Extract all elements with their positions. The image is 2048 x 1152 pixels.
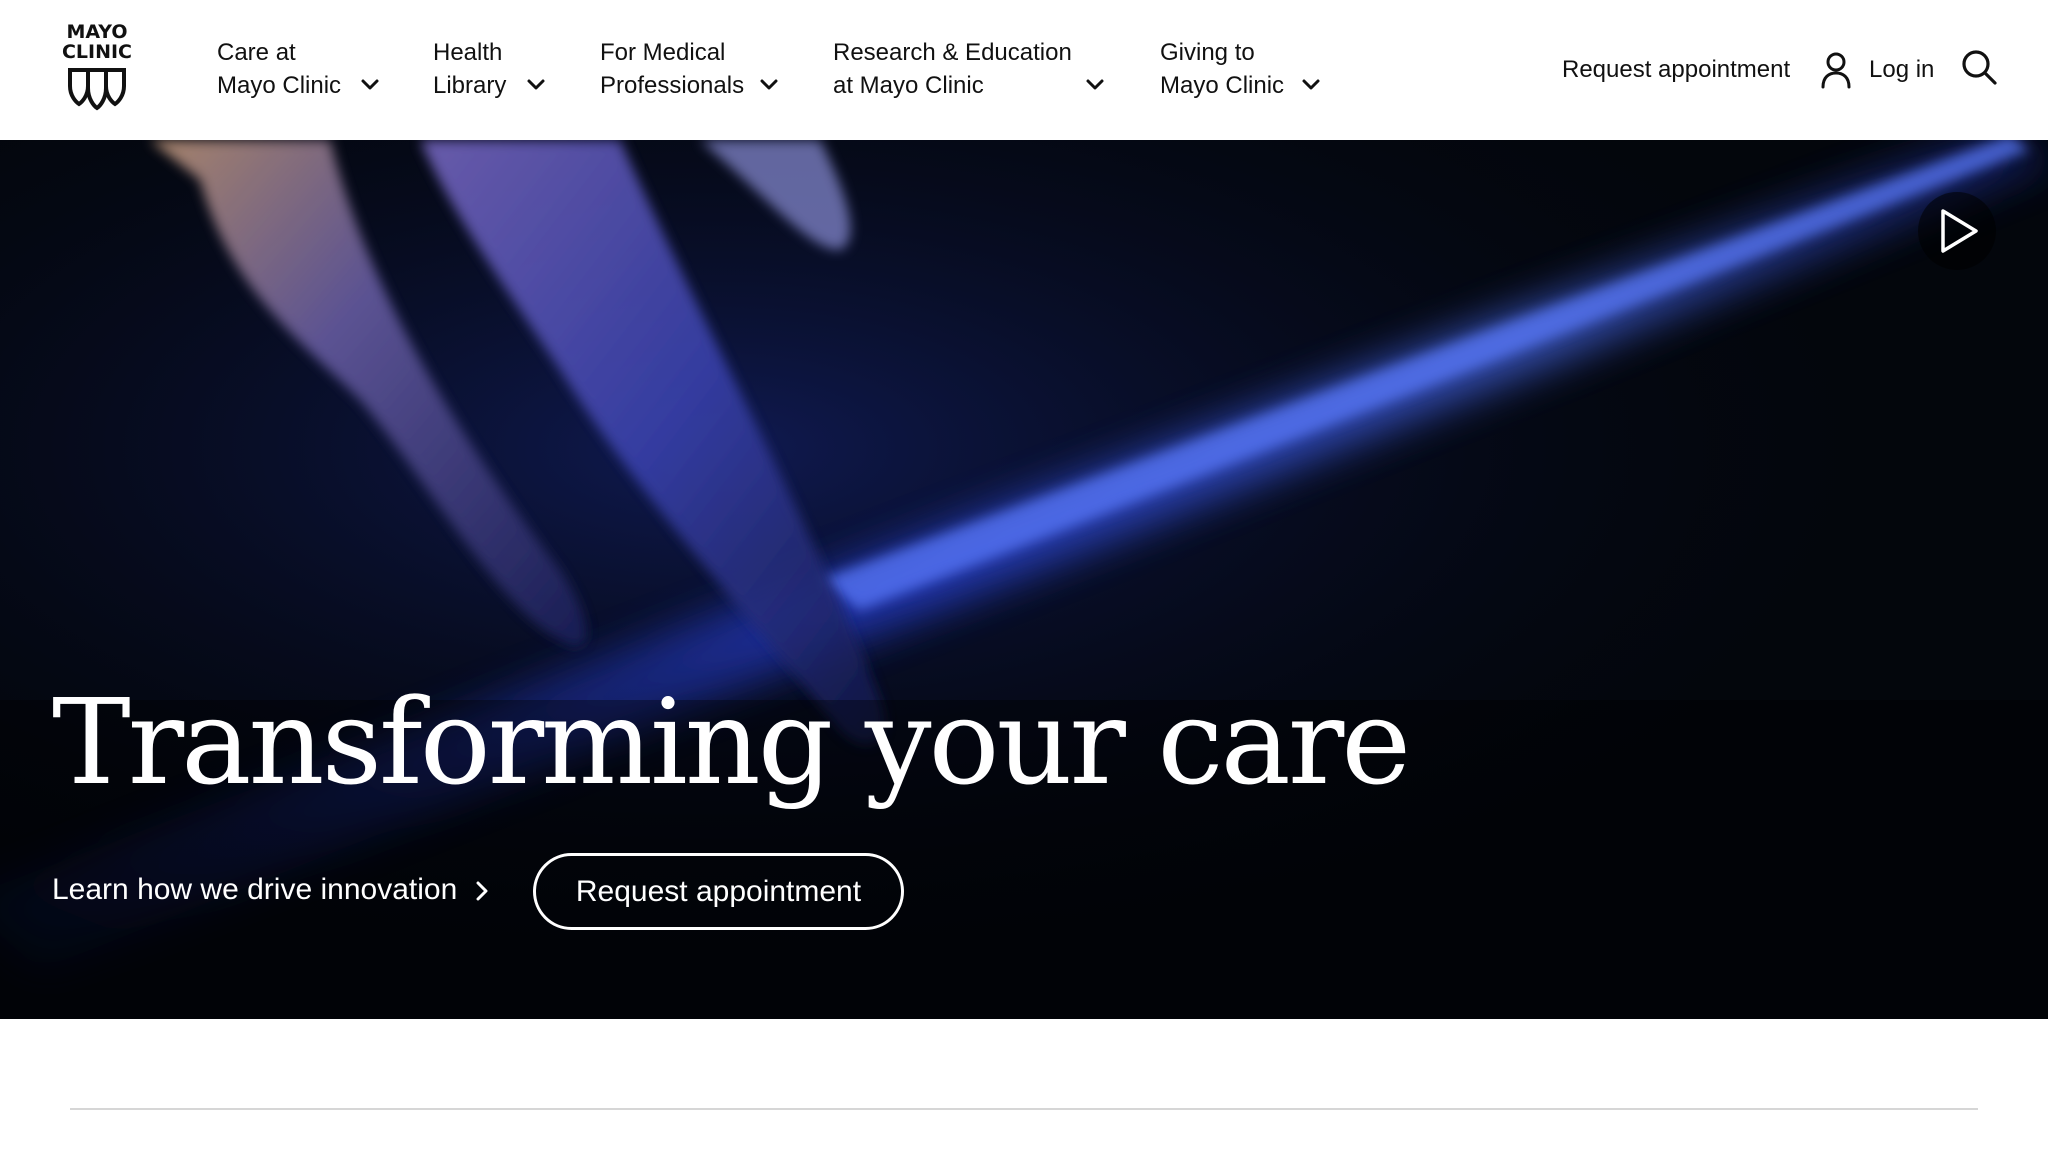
chevron-down-icon [527,79,545,90]
chevron-down-icon [760,79,778,90]
nav-for-medical-professionals[interactable]: For Medical Professionals [600,36,790,106]
nav-label-line1: Giving to [1160,39,1255,66]
site-header: MAYO CLINIC Care at Mayo Clinic Health L… [0,0,2048,140]
hero-request-appointment-button[interactable]: Request appointment [533,853,904,930]
play-video-button[interactable] [1918,192,1996,270]
hero-section: Transforming your care Learn how we driv… [0,140,2048,1019]
nav-research-education[interactable]: Research & Education at Mayo Clinic [833,36,1113,106]
nav-label-line2: at Mayo Clinic [833,72,984,99]
play-icon [1941,209,1978,253]
nav-label-line1: Health [433,39,503,66]
nav-health-library[interactable]: Health Library [433,36,553,106]
three-shields-icon [68,68,126,111]
request-appointment-link[interactable]: Request appointment [1562,54,1790,86]
chevron-down-icon [361,79,379,90]
mayo-clinic-logo[interactable]: MAYO CLINIC [57,22,137,118]
hero-title: Transforming your care [52,673,1411,811]
chevron-down-icon [1302,79,1320,90]
nav-label-line1: Care at [217,39,296,66]
learn-innovation-link[interactable]: Learn how we drive innovation [52,870,457,910]
user-icon[interactable] [1820,51,1852,89]
nav-label-line1: Research & Education [833,39,1072,66]
nav-label-line1: For Medical [600,39,726,66]
login-link[interactable]: Log in [1869,54,1934,86]
search-icon[interactable] [1960,48,1998,86]
nav-care-at-mayo-clinic[interactable]: Care at Mayo Clinic [217,36,387,106]
chevron-right-icon [476,881,488,901]
nav-giving-to-mayo-clinic[interactable]: Giving to Mayo Clinic [1160,36,1330,106]
logo-wordmark: MAYO CLINIC [61,21,133,63]
section-divider [70,1108,1978,1110]
chevron-down-icon [1086,79,1104,90]
